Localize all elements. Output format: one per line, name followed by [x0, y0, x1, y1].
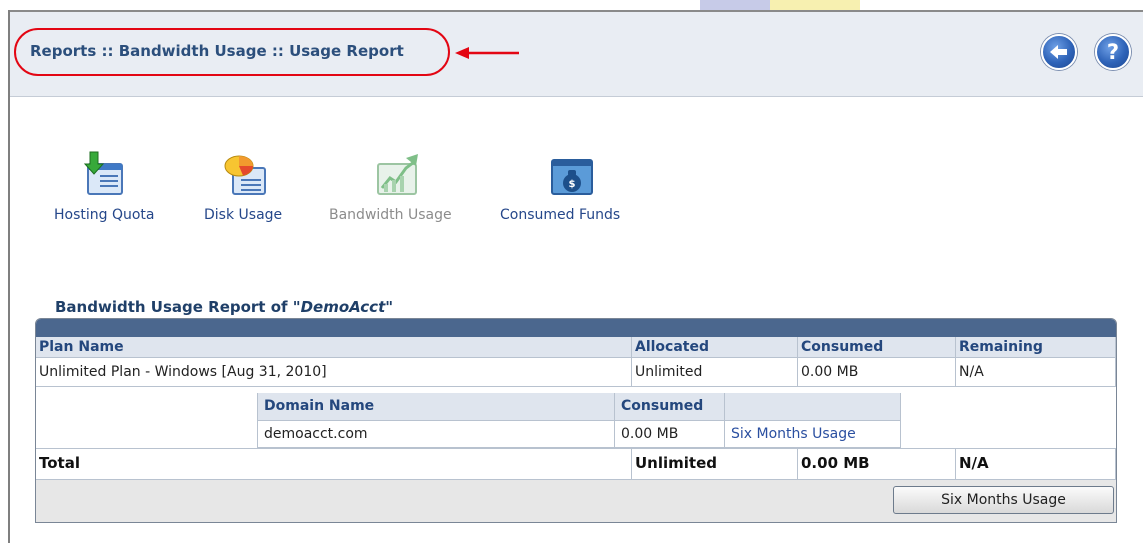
plan-name-cell: Unlimited Plan - Windows [Aug 31, 2010]: [36, 358, 632, 387]
plan-remaining-cell: N/A: [956, 358, 1116, 387]
nav-disk-usage[interactable]: Disk Usage: [204, 207, 282, 223]
column-header-domain-action: [725, 393, 901, 421]
nav-consumed-funds[interactable]: Consumed Funds: [500, 207, 620, 223]
back-arrow-glyph-icon: [1050, 45, 1067, 59]
total-label-cell: Total: [36, 449, 632, 480]
report-account-name: "DemoAcct": [292, 298, 394, 316]
disk-usage-icon[interactable]: [223, 150, 267, 196]
total-allocated-cell: Unlimited: [632, 449, 798, 480]
breadcrumb: Reports :: Bandwidth Usage :: Usage Repo…: [30, 42, 404, 60]
column-header-allocated: Allocated: [632, 337, 798, 358]
plan-allocated-cell: Unlimited: [632, 358, 798, 387]
total-consumed-cell: 0.00 MB: [798, 449, 956, 480]
six-months-usage-link[interactable]: Six Months Usage: [725, 421, 901, 448]
consumed-funds-icon[interactable]: $: [550, 150, 594, 196]
nav-bandwidth-usage: Bandwidth Usage: [329, 207, 452, 223]
report-title-prefix: Bandwidth Usage Report of: [55, 298, 293, 316]
help-question-mark: ?: [1106, 40, 1120, 64]
plan-consumed-cell: 0.00 MB: [798, 358, 956, 387]
domain-name-cell: demoacct.com: [257, 421, 615, 448]
report-title: Bandwidth Usage Report of "DemoAcct": [55, 298, 393, 316]
back-arrow-icon[interactable]: [1041, 34, 1077, 70]
column-header-consumed: Consumed: [798, 337, 956, 358]
report-panel-header-bar: [36, 319, 1116, 337]
domain-consumed-cell: 0.00 MB: [615, 421, 725, 448]
six-months-usage-button[interactable]: Six Months Usage: [893, 486, 1114, 514]
annotation-arrow-icon: [455, 47, 519, 59]
svg-text:$: $: [569, 179, 576, 190]
column-header-plan-name: Plan Name: [36, 337, 632, 358]
column-header-domain-consumed: Consumed: [615, 393, 725, 421]
column-header-domain-name: Domain Name: [257, 393, 615, 421]
total-remaining-cell: N/A: [956, 449, 1116, 480]
bandwidth-usage-icon: [377, 154, 418, 195]
column-header-remaining: Remaining: [956, 337, 1116, 358]
hosting-quota-icon[interactable]: [82, 150, 126, 196]
nav-hosting-quota[interactable]: Hosting Quota: [54, 207, 155, 223]
help-icon[interactable]: ?: [1095, 34, 1131, 70]
